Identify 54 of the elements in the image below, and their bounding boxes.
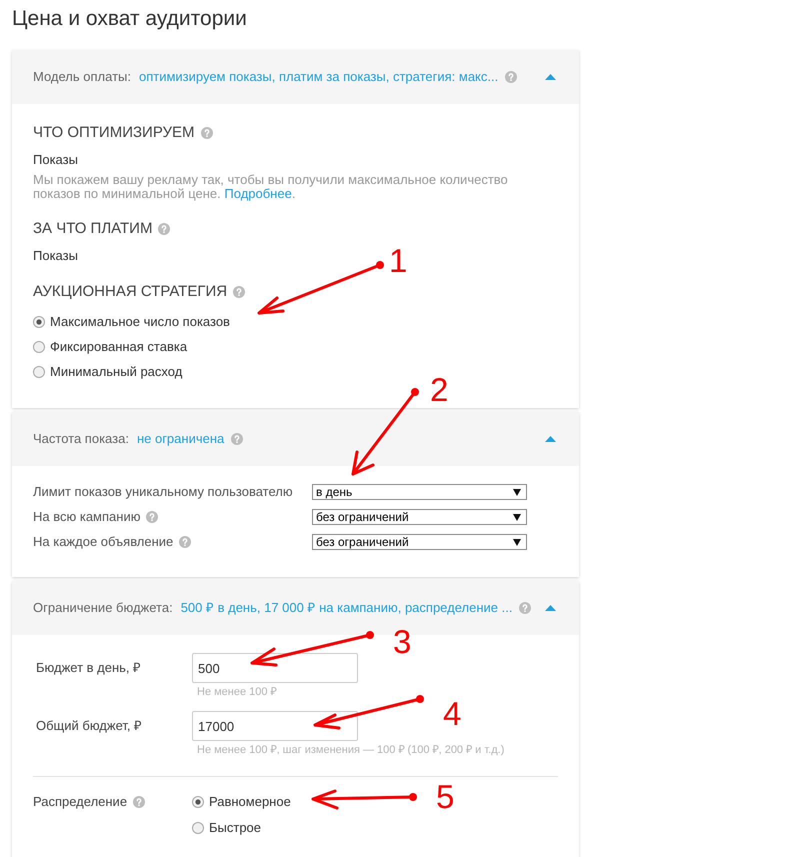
- radio-icon[interactable]: [33, 366, 45, 378]
- radio-icon[interactable]: [33, 341, 45, 353]
- help-icon[interactable]: [133, 796, 146, 808]
- field-label: Бюджет в день, ₽: [36, 659, 142, 678]
- value-text: Показы: [33, 248, 78, 264]
- section-header[interactable]: Модель оплаты: оптимизируем показы, платим за показы, стратегия: макс...: [12, 50, 579, 104]
- annotation-number: 1: [389, 244, 408, 277]
- caret-up-icon[interactable]: [545, 436, 556, 442]
- section-header[interactable]: Частота показа: не ограничена: [12, 412, 579, 466]
- section-heading: АУКЦИОННАЯ СТРАТЕГИЯ: [33, 283, 228, 301]
- dropdown[interactable]: без ограничений: [312, 509, 527, 525]
- page-title: Цена и охват аудитории: [12, 6, 247, 32]
- section-heading: ЧТО ОПТИМИЗИРУЕМ: [33, 124, 195, 142]
- hint-text: Не менее 100 ₽, шаг изменения — 100 ₽ (100 ₽, 200 ₽ и т.д.): [196, 744, 504, 756]
- caret-down-icon: [513, 488, 521, 496]
- field-label: На всю кампанию: [33, 508, 140, 526]
- help-icon[interactable]: [519, 602, 532, 614]
- budget-input[interactable]: 500: [192, 653, 358, 683]
- help-icon[interactable]: [233, 286, 246, 298]
- radio-option[interactable]: Минимальный расход: [50, 364, 182, 380]
- hint-text: Не менее 100 ₽: [196, 686, 278, 698]
- section-label: Ограничение бюджета:: [33, 599, 173, 618]
- dropdown[interactable]: без ограничений: [312, 534, 527, 550]
- radio-icon[interactable]: [192, 796, 204, 808]
- annotation-number: 2: [430, 373, 448, 406]
- value-text: Показы: [33, 152, 78, 168]
- radio-option[interactable]: Фиксированная ставка: [50, 339, 188, 355]
- help-icon[interactable]: [231, 433, 244, 445]
- radio-option[interactable]: Быстрое: [209, 820, 262, 836]
- help-icon[interactable]: [200, 127, 213, 139]
- field-label: Лимит показов уникальному пользователю: [33, 483, 293, 502]
- field-label: На каждое объявление: [33, 533, 174, 552]
- help-icon[interactable]: [146, 511, 158, 523]
- section-label: Модель оплаты:: [33, 68, 131, 86]
- help-icon[interactable]: [179, 536, 192, 548]
- radio-option[interactable]: Равномерное: [209, 794, 291, 810]
- help-icon[interactable]: [158, 223, 170, 235]
- budget-input[interactable]: 17000: [192, 711, 358, 741]
- caret-down-icon: [513, 514, 521, 520]
- annotation-number: 5: [436, 780, 454, 813]
- field-label: Распределение: [33, 793, 128, 812]
- radio-option[interactable]: Максимальное число показов: [50, 314, 230, 330]
- radio-icon[interactable]: [192, 822, 204, 834]
- dropdown[interactable]: в день: [312, 484, 527, 500]
- caret-down-icon: [513, 538, 521, 546]
- caret-up-icon[interactable]: [545, 74, 556, 80]
- caret-up-icon[interactable]: [545, 605, 556, 611]
- annotation-number: 4: [443, 697, 462, 730]
- description-text: Мы покажем вашу рекламу так, чтобы вы получили максимальное количество показов по минимальной цене. Подробнее.: [33, 173, 509, 201]
- section-label: Частота показа:: [33, 430, 129, 448]
- section-heading: ЗА ЧТО ПЛАТИМ: [33, 220, 152, 238]
- radio-icon[interactable]: [33, 316, 45, 328]
- help-icon[interactable]: [505, 71, 518, 83]
- field-label: Общий бюджет, ₽: [36, 717, 142, 736]
